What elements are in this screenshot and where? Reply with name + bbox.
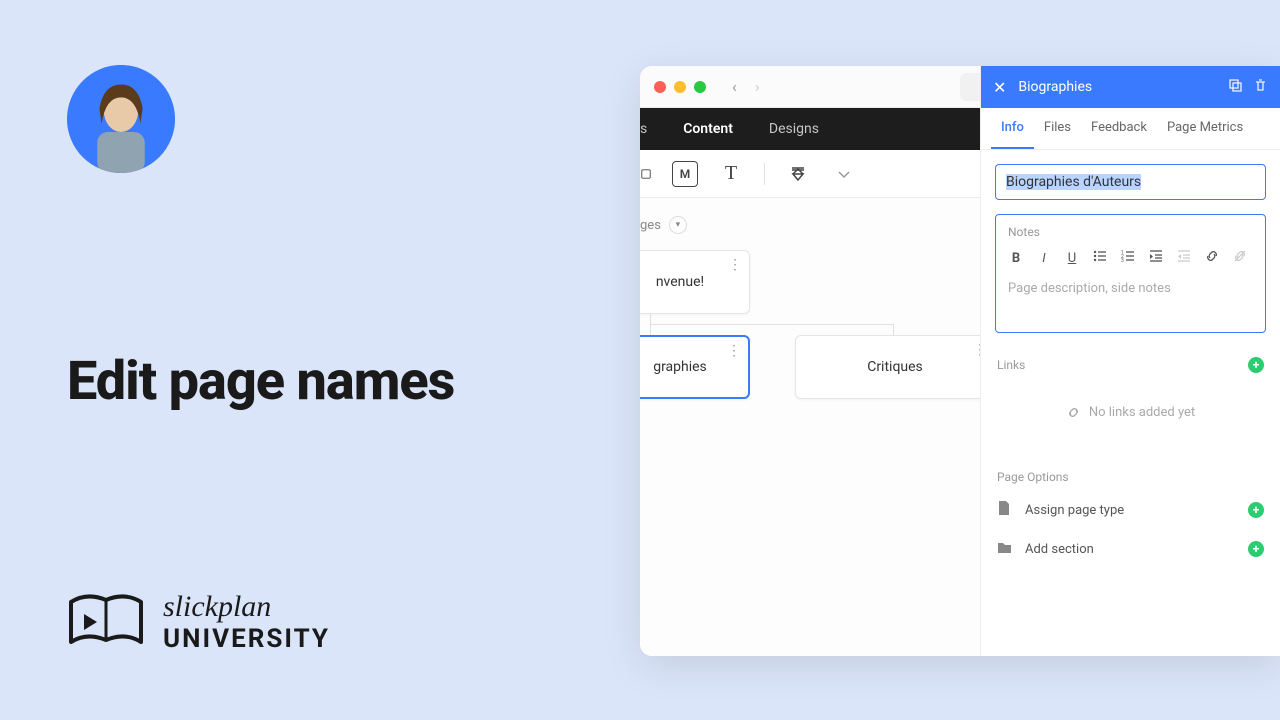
bold-icon[interactable]: B <box>1008 251 1024 266</box>
node-label: nvenue! <box>656 274 704 290</box>
add-section-row[interactable]: Add section + <box>995 530 1266 568</box>
sitemap-node-root[interactable]: ⋮ nvenue! <box>640 250 750 314</box>
sitemap-node-biographies[interactable]: ⋮ graphies <box>640 335 750 399</box>
text-tool-icon[interactable]: T <box>718 161 744 187</box>
window-controls[interactable] <box>654 81 706 93</box>
node-label: graphies <box>653 359 707 375</box>
notes-toolbar: B I U 123 <box>996 243 1265 273</box>
pages-label: ges <box>640 218 661 233</box>
expand-down-icon[interactable] <box>831 161 857 187</box>
maximize-window-icon[interactable] <box>694 81 706 93</box>
italic-icon[interactable]: I <box>1036 251 1052 266</box>
unlink-icon[interactable] <box>1232 249 1248 267</box>
medium-size-icon[interactable]: M <box>672 161 698 187</box>
assign-page-type-row[interactable]: Assign page type + <box>995 490 1266 530</box>
connector <box>650 324 651 335</box>
app-tab-designs[interactable]: Designs <box>751 108 837 150</box>
links-section-label: Links <box>997 358 1025 372</box>
link-icon <box>1066 405 1081 420</box>
delete-icon[interactable] <box>1253 78 1268 97</box>
brand-logo: slickplan UNIVERSITY <box>67 592 330 652</box>
slide-headline: Edit page names <box>67 350 454 413</box>
presenter-avatar <box>67 65 175 173</box>
link-icon[interactable] <box>1204 249 1220 267</box>
page-icon <box>997 500 1013 520</box>
nav-forward-icon[interactable]: › <box>755 77 760 96</box>
pages-dropdown-icon[interactable]: ▾ <box>669 216 687 234</box>
add-page-type-button[interactable]: + <box>1248 502 1264 518</box>
indent-icon[interactable] <box>1148 249 1164 267</box>
notes-editor[interactable]: Notes B I U 123 <box>995 214 1266 333</box>
brand-subtitle: UNIVERSITY <box>163 626 330 652</box>
browser-window: ‹ › 🔒 slickplan.com s Content Designs M … <box>640 66 1280 656</box>
collapse-up-icon[interactable] <box>785 161 811 187</box>
folder-icon <box>997 540 1013 558</box>
add-link-button[interactable]: + <box>1248 357 1264 373</box>
nav-back-icon[interactable]: ‹ <box>732 77 737 96</box>
brand-name: slickplan <box>163 592 330 622</box>
notes-label: Notes <box>996 215 1265 243</box>
app-tab-content[interactable]: Content <box>665 108 751 150</box>
panel-title: Biographies <box>1018 79 1218 95</box>
svg-text:3: 3 <box>1121 258 1124 263</box>
app-tab-partial[interactable]: s <box>640 108 665 150</box>
node-menu-icon[interactable]: ⋮ <box>728 257 741 273</box>
numbered-list-icon[interactable]: 123 <box>1120 249 1136 267</box>
close-panel-icon[interactable]: ✕ <box>993 78 1006 97</box>
links-empty-state: No links added yet <box>995 379 1266 446</box>
sitemap-node-critiques[interactable]: ⋮ Critiques <box>795 335 995 399</box>
page-name-value: Biographies d'Auteurs <box>1006 174 1141 190</box>
book-play-icon <box>67 592 145 652</box>
tab-files[interactable]: Files <box>1034 108 1081 149</box>
page-name-input[interactable]: Biographies d'Auteurs <box>995 164 1266 200</box>
underline-icon[interactable]: U <box>1064 251 1080 266</box>
page-detail-panel: ✕ Biographies Info Files Feedback Page M… <box>980 66 1280 656</box>
bullet-list-icon[interactable] <box>1092 249 1108 267</box>
connector <box>650 314 651 324</box>
tool-icon[interactable] <box>640 161 652 187</box>
duplicate-icon[interactable] <box>1228 78 1243 97</box>
tab-info[interactable]: Info <box>991 108 1034 149</box>
panel-tabs: Info Files Feedback Page Metrics <box>981 108 1280 150</box>
toolbar-separator <box>764 163 765 185</box>
tab-feedback[interactable]: Feedback <box>1081 108 1157 149</box>
add-section-button[interactable]: + <box>1248 541 1264 557</box>
connector <box>650 324 894 325</box>
minimize-window-icon[interactable] <box>674 81 686 93</box>
node-label: Critiques <box>867 359 923 375</box>
close-window-icon[interactable] <box>654 81 666 93</box>
page-options-label: Page Options <box>997 470 1069 484</box>
node-menu-icon[interactable]: ⋮ <box>727 343 740 359</box>
notes-placeholder[interactable]: Page description, side notes <box>996 273 1265 332</box>
tab-page-metrics[interactable]: Page Metrics <box>1157 108 1253 149</box>
connector <box>893 324 894 335</box>
panel-header: ✕ Biographies <box>981 66 1280 108</box>
outdent-icon[interactable] <box>1176 249 1192 267</box>
